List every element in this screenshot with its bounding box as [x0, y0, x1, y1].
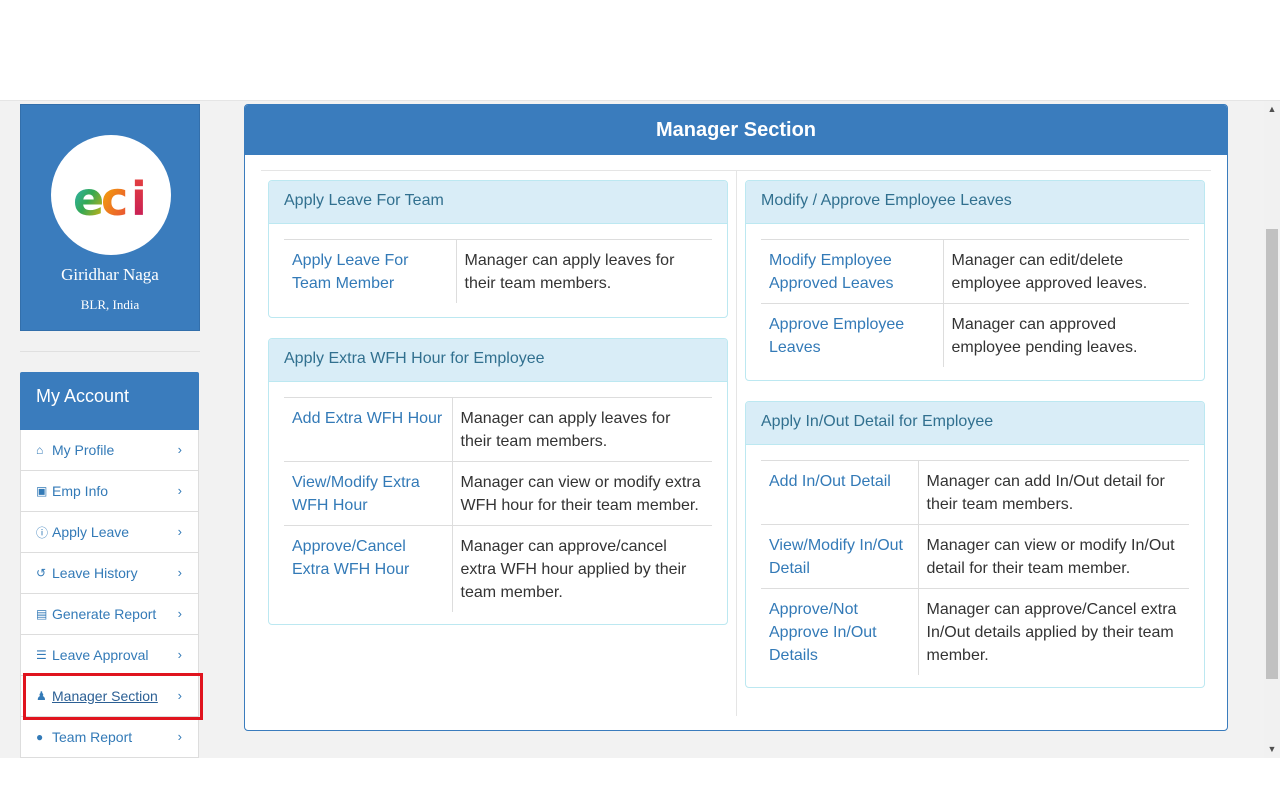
menu-item-team-report[interactable]: ● Team Report ›: [20, 717, 199, 758]
menu-item-label: Apply Leave: [52, 524, 130, 540]
company-logo-icon: e c i: [73, 172, 147, 225]
scroll-down-arrow-icon[interactable]: ▼: [1264, 741, 1280, 758]
table-row: Approve/Cancel Extra WFH Hour Manager ca…: [284, 525, 712, 612]
extra-wfh-table: Add Extra WFH Hour Manager can apply lea…: [284, 397, 712, 612]
avatar: e c i: [51, 135, 171, 255]
table-row: Modify Employee Approved Leaves Manager …: [761, 239, 1189, 304]
apply-leave-team-table: Apply Leave For Team Member Manager can …: [284, 239, 712, 303]
vertical-scrollbar[interactable]: ▲ ▼: [1264, 101, 1280, 758]
menu-item-emp-info[interactable]: ▣ Emp Info ›: [20, 471, 199, 512]
modify-employee-approved-leaves-link[interactable]: Modify Employee Approved Leaves: [761, 239, 944, 304]
menu-item-apply-leave[interactable]: ⓘ Apply Leave ›: [20, 512, 199, 553]
scrollbar-thumb[interactable]: [1266, 229, 1278, 679]
add-extra-wfh-hour-link[interactable]: Add Extra WFH Hour: [284, 397, 453, 462]
logo-letter-e: e: [73, 172, 104, 225]
menu-item-label: Leave History: [52, 565, 138, 581]
logo-letter-i: i: [131, 172, 147, 225]
profile-card: e c i Giridhar Naga BLR, India: [20, 104, 200, 331]
page-viewport: e c i Giridhar Naga BLR, India My Accoun…: [0, 101, 1264, 758]
profile-location: BLR, India: [80, 297, 140, 312]
browser-bottom-blank-area: [0, 758, 1280, 800]
option-description: Manager can apply leaves for their team …: [464, 252, 675, 292]
view-modify-extra-wfh-hour-link[interactable]: View/Modify Extra WFH Hour: [284, 461, 453, 526]
option-description: Manager can approve/cancel extra WFH hou…: [452, 525, 712, 612]
highlight-annotation-box: [23, 673, 203, 720]
option-description: Manager can view or modify In/Out detail…: [918, 524, 1189, 589]
inout-detail-panel: Apply In/Out Detail for Employee Add In/…: [745, 401, 1205, 688]
extra-wfh-heading: Apply Extra WFH Hour for Employee: [269, 339, 727, 382]
users-icon: ●: [36, 730, 44, 744]
approve-not-approve-inout-details-link[interactable]: Approve/Not Approve In/Out Details: [761, 588, 919, 675]
approve-cancel-extra-wfh-hour-link[interactable]: Approve/Cancel Extra WFH Hour: [284, 525, 453, 612]
page-title: Manager Section: [245, 105, 1227, 155]
approve-employee-leaves-link[interactable]: Approve Employee Leaves: [761, 303, 944, 367]
menu-item-label: Emp Info: [52, 483, 109, 499]
chevron-right-icon: ›: [177, 442, 182, 457]
list-icon: ☰: [36, 648, 47, 662]
profile-name: Giridhar Naga: [61, 265, 159, 284]
modify-approve-leaves-panel: Modify / Approve Employee Leaves Modify …: [745, 180, 1205, 381]
scroll-up-arrow-icon[interactable]: ▲: [1264, 101, 1280, 118]
apply-leave-team-panel: Apply Leave For Team Apply Leave For Tea…: [268, 180, 728, 318]
option-description: Manager can view or modify extra WFH hou…: [452, 461, 712, 526]
menu-item-label: Generate Report: [52, 606, 157, 622]
apply-leave-team-heading: Apply Leave For Team: [269, 181, 727, 224]
menu-item-my-profile[interactable]: ⌂ My Profile ›: [20, 430, 199, 471]
my-account-heading: My Account: [20, 372, 199, 430]
file-excel-icon: ▤: [36, 607, 48, 621]
logo-letter-c: c: [101, 172, 128, 225]
table-row: Approve Employee Leaves Manager can appr…: [761, 303, 1189, 367]
menu-item-leave-history[interactable]: ↺ Leave History ›: [20, 553, 199, 594]
view-modify-inout-detail-link[interactable]: View/Modify In/Out Detail: [761, 524, 919, 589]
table-row: Add In/Out Detail Manager can add In/Out…: [761, 460, 1189, 525]
menu-item-label: Team Report: [52, 729, 133, 745]
table-row: Add Extra WFH Hour Manager can apply lea…: [284, 397, 712, 462]
modify-approve-leaves-table: Modify Employee Approved Leaves Manager …: [761, 239, 1189, 367]
menu-item-generate-report[interactable]: ▤ Generate Report ›: [20, 594, 199, 635]
history-icon: ↺: [36, 566, 47, 580]
home-icon: ⌂: [36, 443, 44, 457]
chevron-right-icon: ›: [177, 606, 182, 621]
table-row: Approve/Not Approve In/Out Details Manag…: [761, 588, 1189, 675]
inout-detail-heading: Apply In/Out Detail for Employee: [746, 402, 1204, 445]
option-description: Manager can edit/delete employee approve…: [951, 252, 1148, 292]
inout-detail-table: Add In/Out Detail Manager can add In/Out…: [761, 460, 1189, 675]
lock-icon: ▣: [36, 484, 48, 498]
chevron-right-icon: ›: [177, 483, 182, 498]
table-row: View/Modify In/Out Detail Manager can vi…: [761, 524, 1189, 589]
modify-approve-leaves-heading: Modify / Approve Employee Leaves: [746, 181, 1204, 224]
chevron-right-icon: ›: [177, 647, 182, 662]
option-description: Manager can apply leaves for their team …: [460, 410, 671, 450]
apply-leave-team-member-link[interactable]: Apply Leave For Team Member: [284, 239, 457, 303]
table-row: View/Modify Extra WFH Hour Manager can v…: [284, 461, 712, 526]
add-inout-detail-link[interactable]: Add In/Out Detail: [761, 460, 919, 525]
chevron-right-icon: ›: [177, 565, 182, 580]
table-row: Apply Leave For Team Member Manager can …: [284, 239, 712, 303]
option-description: Manager can approve/Cancel extra In/Out …: [918, 588, 1189, 675]
chevron-right-icon: ›: [177, 524, 182, 539]
menu-item-label: My Profile: [52, 442, 115, 458]
menu-item-leave-approval[interactable]: ☰ Leave Approval ›: [20, 635, 199, 676]
menu-item-label: Leave Approval: [52, 647, 149, 663]
extra-wfh-panel: Apply Extra WFH Hour for Employee Add Ex…: [268, 338, 728, 625]
info-circle-icon: ⓘ: [36, 525, 49, 540]
option-description: Manager can add In/Out detail for their …: [926, 473, 1165, 513]
sidebar-divider: [20, 351, 200, 352]
option-description: Manager can approved employee pending le…: [943, 303, 1189, 367]
chevron-right-icon: ›: [177, 729, 182, 744]
browser-top-blank-area: [0, 0, 1280, 101]
manager-section-panel: Manager Section Apply Leave For Team App…: [244, 104, 1228, 731]
column-divider: [736, 171, 737, 716]
